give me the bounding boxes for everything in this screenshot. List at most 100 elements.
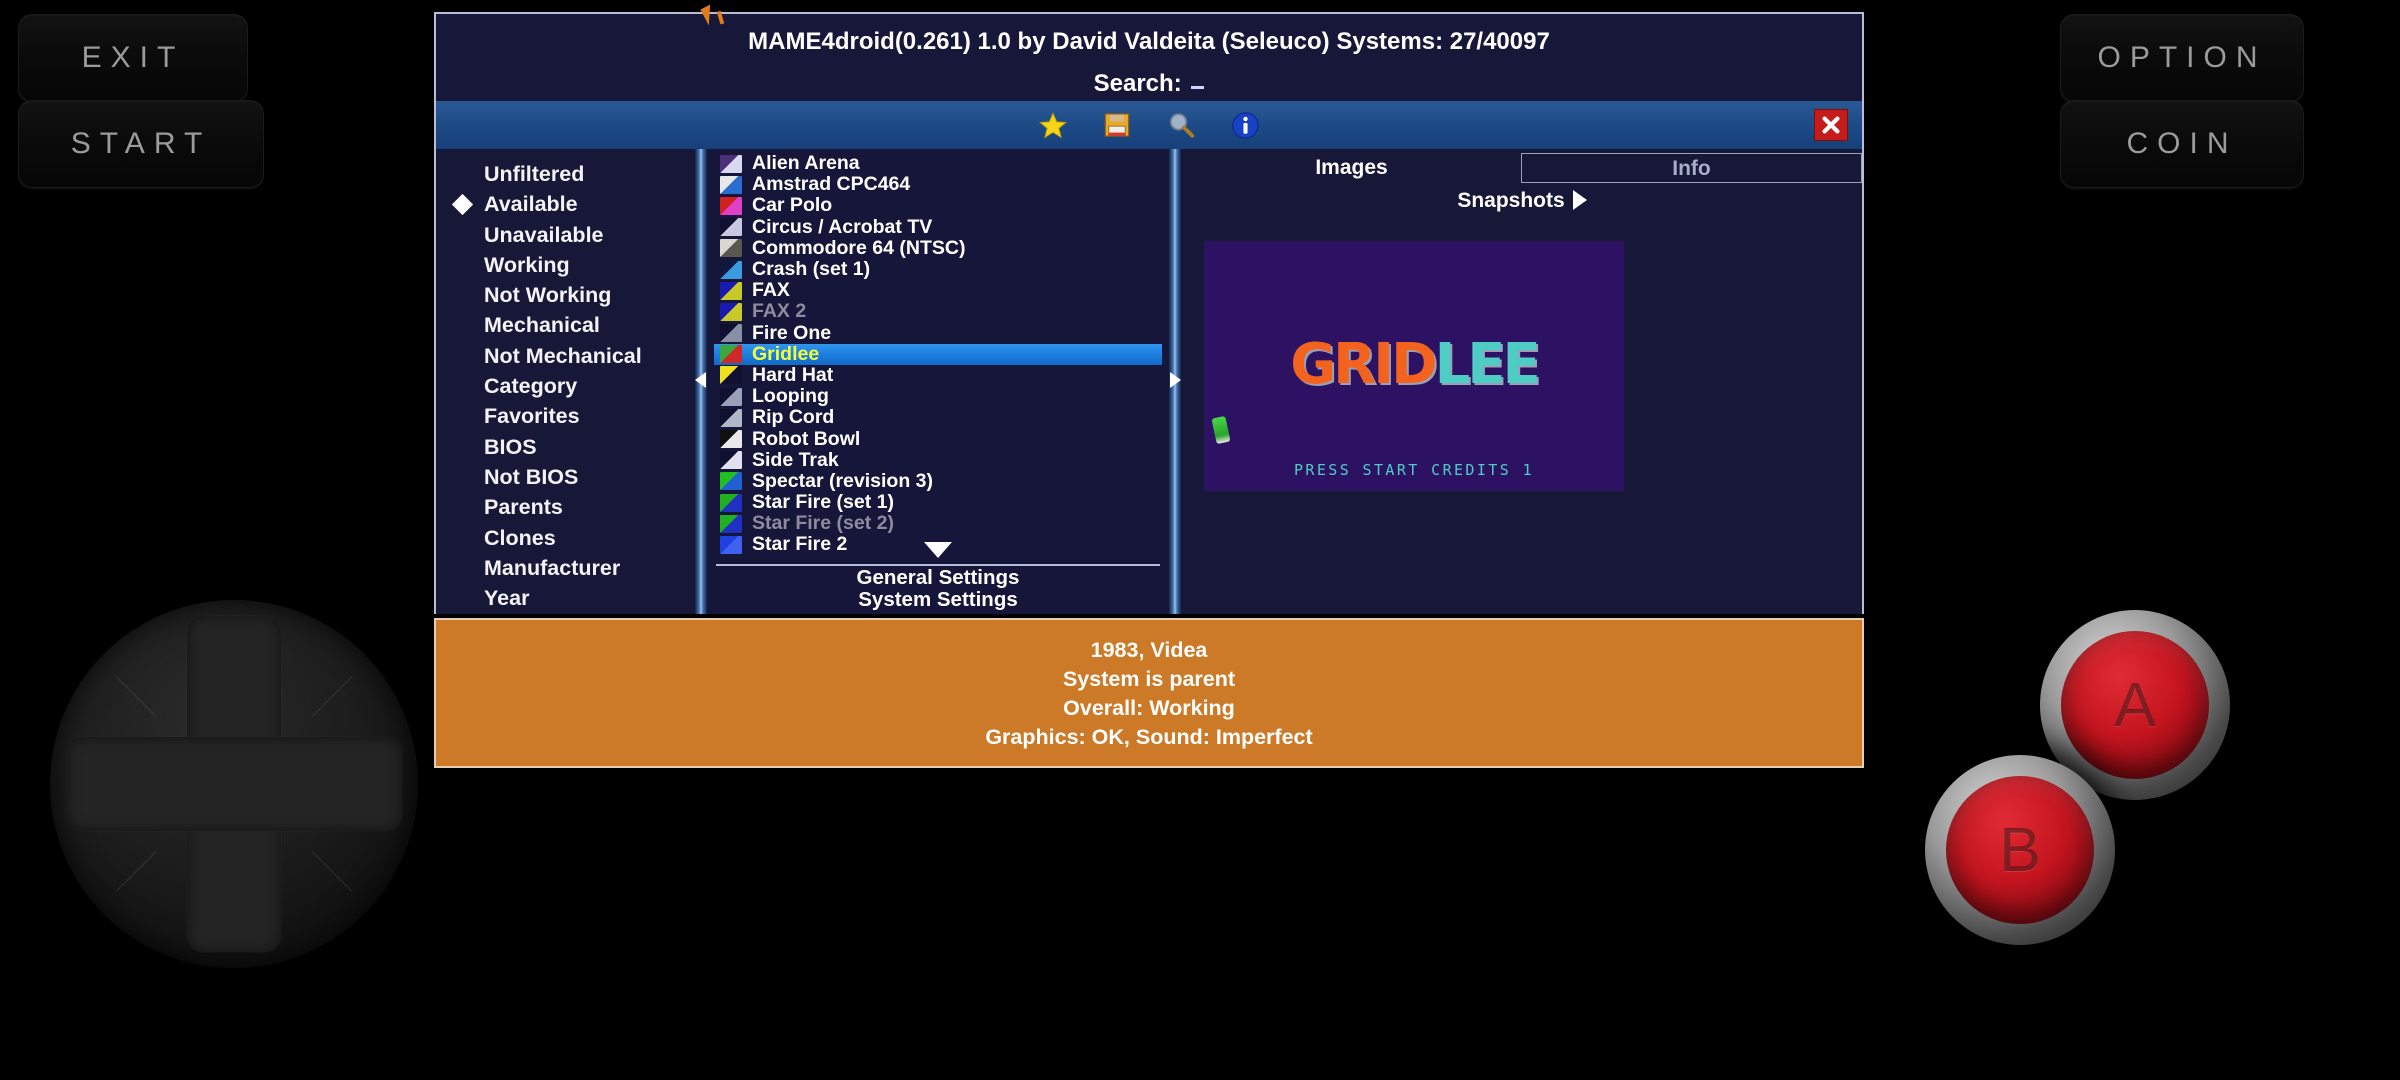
images-panel: Images Info Snapshots GRIDLEE PRESS STAR… bbox=[1182, 149, 1862, 614]
filter-item-label: Year bbox=[484, 586, 530, 611]
game-list-item[interactable]: Circus / Acrobat TV bbox=[708, 215, 1168, 238]
game-list-item[interactable]: Side Trak bbox=[708, 449, 1168, 471]
game-list-item[interactable]: Fire One bbox=[708, 321, 1168, 344]
filter-item-label: Unavailable bbox=[484, 222, 604, 247]
game-icon bbox=[720, 430, 742, 449]
game-icon bbox=[720, 281, 742, 300]
snapshot-sprite bbox=[1211, 415, 1231, 445]
game-list-item[interactable]: Looping bbox=[708, 385, 1168, 408]
game-list-item[interactable]: Alien Arena bbox=[708, 152, 1168, 174]
game-name: Looping bbox=[752, 385, 829, 408]
window-title: MAME4droid(0.261) 1.0 by David Valdeita … bbox=[748, 28, 1550, 55]
exit-button[interactable]: EXIT bbox=[18, 14, 248, 102]
filter-item[interactable]: Unavailable bbox=[436, 220, 694, 250]
game-list-item[interactable]: Amstrad CPC464 bbox=[708, 173, 1168, 195]
filter-item[interactable]: Clones bbox=[436, 523, 694, 553]
game-name: Gridlee bbox=[752, 342, 820, 365]
game-list-item[interactable]: Rip Cord bbox=[708, 406, 1168, 429]
filter-item-label: Available bbox=[484, 192, 578, 217]
filter-item-label: Not BIOS bbox=[484, 464, 579, 489]
filter-item-label: Not Working bbox=[484, 283, 612, 308]
coin-button[interactable]: COIN bbox=[2060, 100, 2304, 188]
snapshot-logo-part2: LEE bbox=[1434, 332, 1541, 397]
game-icon bbox=[720, 472, 742, 491]
magnifier-icon[interactable] bbox=[1164, 108, 1198, 142]
game-list-item[interactable]: FAX 2 bbox=[708, 300, 1168, 323]
game-list-item[interactable]: Star Fire (set 2) bbox=[708, 512, 1168, 534]
game-icon bbox=[720, 535, 742, 554]
game-icon bbox=[720, 324, 742, 343]
game-name: Car Polo bbox=[752, 194, 833, 217]
game-list-item[interactable]: Gridlee bbox=[714, 342, 1162, 365]
filter-item-label: Category bbox=[484, 374, 578, 399]
filter-item[interactable]: Not BIOS bbox=[436, 462, 694, 492]
close-icon[interactable] bbox=[1814, 109, 1848, 141]
star-icon[interactable] bbox=[1036, 108, 1070, 142]
chevron-right-icon[interactable] bbox=[1168, 371, 1182, 393]
game-name: Star Fire 2 bbox=[752, 533, 848, 556]
chevron-left-icon[interactable] bbox=[694, 371, 708, 393]
game-icon bbox=[720, 260, 742, 279]
start-button[interactable]: START bbox=[18, 100, 264, 188]
game-icon bbox=[720, 239, 742, 258]
filter-item[interactable]: Category bbox=[436, 371, 694, 401]
system-settings-item[interactable]: System Settings bbox=[708, 588, 1168, 612]
search-field[interactable]: Search: bbox=[436, 56, 1862, 98]
directional-pad[interactable] bbox=[50, 600, 418, 968]
panel-tabs: Images Info bbox=[1182, 153, 1862, 183]
app-screen: EXIT START OPTION COIN A B MAME4droid(0.… bbox=[0, 0, 2400, 1080]
filter-item-label: Mechanical bbox=[484, 313, 600, 338]
filters-list[interactable]: Unfiltered Available Unavailable Working Not… bbox=[436, 149, 694, 614]
games-list[interactable]: Alien Arena Amstrad CPC464 Car Polo Circus … bbox=[708, 149, 1168, 556]
dpad-tick bbox=[311, 676, 353, 717]
filter-item[interactable]: Parents bbox=[436, 492, 694, 522]
game-name: Rip Cord bbox=[752, 406, 835, 429]
game-icon bbox=[720, 514, 742, 533]
filter-item[interactable]: Mechanical bbox=[436, 310, 694, 340]
game-list-item[interactable]: Star Fire (set 1) bbox=[708, 491, 1168, 514]
left-divider[interactable] bbox=[694, 149, 708, 614]
filter-item[interactable]: Not Mechanical bbox=[436, 341, 694, 371]
option-button[interactable]: OPTION bbox=[2060, 14, 2304, 102]
chevron-right-icon[interactable] bbox=[1572, 190, 1587, 210]
chevron-down-icon[interactable] bbox=[924, 542, 952, 558]
button-b[interactable]: B bbox=[1925, 755, 2115, 945]
info-icon[interactable] bbox=[1228, 108, 1262, 142]
game-name: Fire One bbox=[752, 321, 832, 344]
game-name: Commodore 64 (NTSC) bbox=[752, 236, 966, 259]
selected-marker-icon bbox=[451, 194, 474, 216]
game-list-item[interactable]: Robot Bowl bbox=[708, 428, 1168, 450]
filter-item[interactable]: Working bbox=[436, 250, 694, 280]
game-name: FAX 2 bbox=[752, 300, 807, 323]
game-name: FAX bbox=[752, 279, 790, 302]
game-name: Circus / Acrobat TV bbox=[752, 215, 933, 238]
snapshot-image: GRIDLEE PRESS START CREDITS 1 bbox=[1204, 241, 1624, 491]
game-icon bbox=[720, 154, 742, 173]
dpad-tick bbox=[115, 676, 157, 717]
filter-item[interactable]: Year bbox=[436, 583, 694, 613]
tab-info[interactable]: Info bbox=[1521, 153, 1862, 183]
game-list-item[interactable]: Crash (set 1) bbox=[708, 258, 1168, 280]
game-icon bbox=[720, 345, 742, 364]
floppy-disk-icon[interactable] bbox=[1100, 108, 1134, 142]
filter-item[interactable]: Favorites bbox=[436, 401, 694, 431]
snapshots-label: Snapshots bbox=[1457, 189, 1565, 212]
game-list-item[interactable]: FAX bbox=[708, 279, 1168, 302]
filter-item[interactable]: Available bbox=[436, 189, 694, 219]
game-list-item[interactable]: Commodore 64 (NTSC) bbox=[708, 236, 1168, 259]
filter-item[interactable]: Manufacturer bbox=[436, 553, 694, 583]
filter-item[interactable]: BIOS bbox=[436, 432, 694, 462]
filter-item-label: Parents bbox=[484, 495, 563, 520]
filter-item[interactable]: Unfiltered bbox=[436, 159, 694, 189]
snapshots-selector[interactable]: Snapshots bbox=[1182, 189, 1862, 213]
game-list-item[interactable]: Spectar (revision 3) bbox=[708, 470, 1168, 492]
tab-images[interactable]: Images bbox=[1182, 153, 1521, 183]
game-name: Star Fire (set 1) bbox=[752, 491, 894, 514]
filter-item[interactable]: Source File bbox=[436, 613, 694, 614]
game-list-item[interactable]: Hard Hat bbox=[708, 364, 1168, 386]
right-divider[interactable] bbox=[1168, 149, 1182, 614]
game-list-item[interactable]: Car Polo bbox=[708, 194, 1168, 217]
filter-item[interactable]: Not Working bbox=[436, 280, 694, 310]
general-settings-item[interactable]: General Settings bbox=[708, 566, 1168, 590]
filter-item-label: Not Mechanical bbox=[484, 343, 642, 368]
